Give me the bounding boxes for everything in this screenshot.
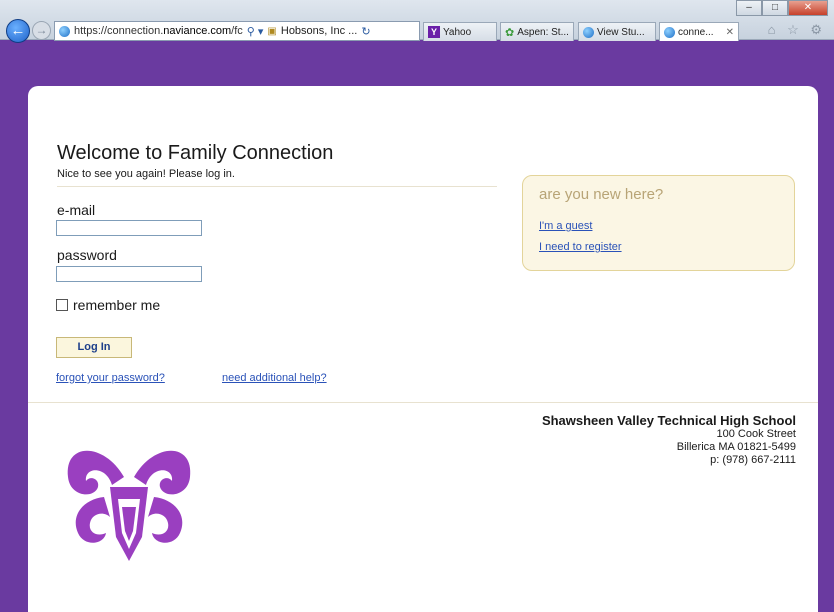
browser-chrome: – □ ✕ ← → https://connection.naviance.co… xyxy=(0,0,834,43)
help-link[interactable]: need additional help? xyxy=(222,372,327,384)
ram-logo xyxy=(67,450,191,561)
close-tab-icon[interactable]: ✕ xyxy=(726,27,734,38)
yahoo-icon: Y xyxy=(428,26,440,38)
page-title: Welcome to Family Connection xyxy=(57,142,334,164)
tab-yahoo[interactable]: Y Yahoo xyxy=(423,22,497,41)
window-controls: – □ ✕ xyxy=(736,0,828,16)
address-bar[interactable]: https://connection.naviance.com/fc ⚲ ▾ ▣… xyxy=(54,21,420,41)
login-card: Welcome to Family Connection Nice to see… xyxy=(28,86,818,612)
close-window-button[interactable]: ✕ xyxy=(788,0,828,16)
refresh-icon[interactable]: ↻ xyxy=(361,25,370,38)
register-link[interactable]: I need to register xyxy=(539,241,622,253)
new-user-box: are you new here? I'm a guest I need to … xyxy=(522,175,795,271)
tab-label: View Stu... xyxy=(597,26,645,38)
email-field[interactable] xyxy=(56,220,202,236)
minimize-button[interactable]: – xyxy=(736,0,762,16)
address-url[interactable]: https://connection.naviance.com/fc xyxy=(74,25,243,37)
password-field[interactable] xyxy=(56,266,202,282)
guest-link[interactable]: I'm a guest xyxy=(539,220,592,232)
forward-arrow-icon[interactable]: → xyxy=(32,21,51,40)
tab-label: Aspen: St... xyxy=(517,26,569,38)
ie-page-icon xyxy=(59,25,70,37)
maximize-button[interactable]: □ xyxy=(762,0,788,16)
tab-aspen[interactable]: ✿ Aspen: St... xyxy=(500,22,574,41)
ie-page-icon xyxy=(664,26,675,38)
login-button[interactable]: Log In xyxy=(56,337,132,358)
back-arrow-icon[interactable]: ← xyxy=(6,19,30,43)
school-street: 100 Cook Street xyxy=(716,428,797,440)
ie-page-icon xyxy=(583,26,594,38)
divider xyxy=(57,186,497,187)
school-phone: p: (978) 667-2111 xyxy=(710,454,796,466)
tab-connection[interactable]: conne... ✕ xyxy=(659,22,739,41)
school-name: Shawsheen Valley Technical High School xyxy=(541,413,796,428)
new-user-title: are you new here? xyxy=(539,186,664,203)
remember-me-checkbox[interactable] xyxy=(56,299,68,311)
toolbar-icons[interactable]: ⌂ ☆ ⚙ xyxy=(768,22,826,38)
tab-view-student[interactable]: View Stu... xyxy=(578,22,656,41)
page-subtitle: Nice to see you again! Please log in. xyxy=(57,168,235,180)
forgot-password-link[interactable]: forgot your password? xyxy=(56,372,165,384)
email-label: e-mail xyxy=(57,202,96,218)
tab-label: conne... xyxy=(678,26,714,38)
footer-divider xyxy=(28,402,818,403)
lock-icon[interactable]: ▣ xyxy=(267,26,276,37)
search-dropdown-icon[interactable]: ⚲ ▾ xyxy=(247,25,264,38)
school-address: Shawsheen Valley Technical High School 1… xyxy=(542,414,796,467)
remember-me-label: remember me xyxy=(73,297,161,313)
site-identity[interactable]: Hobsons, Inc ... xyxy=(281,25,357,37)
password-label: password xyxy=(57,247,117,263)
tab-label: Yahoo xyxy=(443,26,472,38)
aspen-icon: ✿ xyxy=(505,26,515,39)
school-city: Billerica MA 01821-5499 xyxy=(676,441,796,453)
remember-me[interactable]: remember me xyxy=(56,297,160,313)
